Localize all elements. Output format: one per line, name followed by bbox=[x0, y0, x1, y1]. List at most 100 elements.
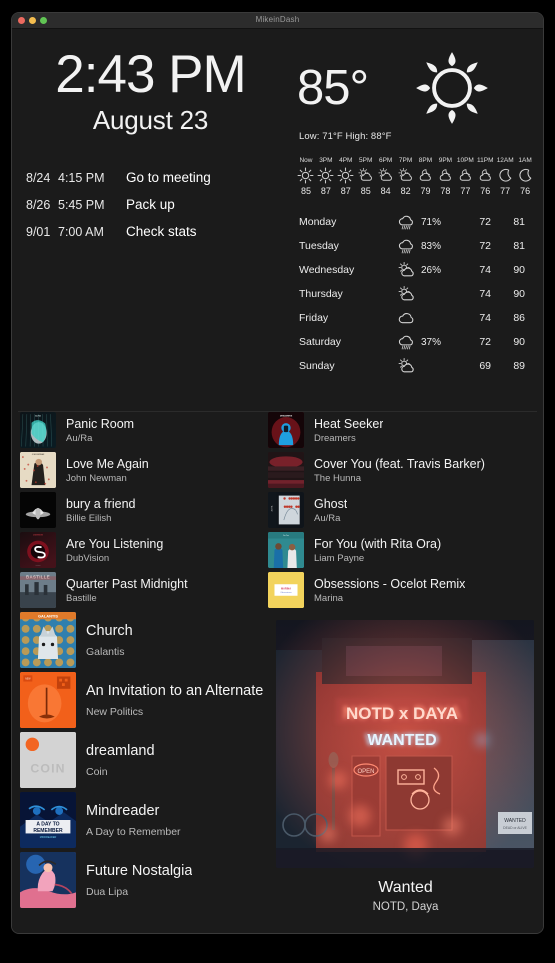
track-list-item[interactable]: AU/RA Panic Room Au/Ra bbox=[20, 412, 268, 448]
sun-cloud-icon bbox=[391, 285, 421, 304]
hourly-forecast-item: 5PM 85 bbox=[356, 157, 376, 196]
sun-icon bbox=[296, 167, 316, 183]
calendar-event[interactable]: 8/26 5:45 PM Pack up bbox=[26, 197, 289, 212]
track-artist: DubVision bbox=[66, 552, 110, 564]
svg-text:Obsessions: Obsessions bbox=[280, 592, 291, 594]
album-artwork: JOHN NEWMAN bbox=[20, 452, 56, 488]
hour-label: 7PM bbox=[398, 157, 413, 164]
track-artist: Marina bbox=[314, 592, 344, 604]
hourly-forecast-item: 11PM 76 bbox=[475, 157, 495, 196]
day-low: 74 bbox=[479, 264, 491, 276]
track-title: Future Nostalgia bbox=[86, 862, 193, 879]
calendar-event[interactable]: 9/01 7:00 AM Check stats bbox=[26, 224, 289, 239]
event-time: 5:45 PM bbox=[58, 197, 105, 212]
track-artist: New Politics bbox=[86, 705, 144, 718]
calendar-event[interactable]: 8/24 4:15 PM Go to meeting bbox=[26, 170, 289, 185]
track-list-item[interactable]: JOHN NEWMAN Love Me Again John Newman bbox=[20, 452, 268, 488]
svg-text:NEW: NEW bbox=[25, 678, 31, 680]
hour-label: 8PM bbox=[418, 157, 433, 164]
album-artwork: AU/RA bbox=[268, 492, 304, 528]
track-list-item[interactable]: A DAY TO REMEMBER MINDREADER Mindreader A Da… bbox=[20, 792, 268, 848]
day-high: 89 bbox=[513, 360, 525, 372]
weather-current: 85° bbox=[293, 49, 535, 127]
track-info: Obsessions - Ocelot Remix Marina bbox=[304, 577, 465, 604]
track-list-item[interactable]: BASTILLE Quarter Past Midnight Bastille bbox=[20, 572, 268, 608]
precipitation-chance: 37% bbox=[421, 336, 442, 348]
daily-forecast-row: Saturday 37% 72 90 bbox=[299, 330, 535, 354]
hour-temperature: 78 bbox=[440, 186, 451, 196]
track-title: Panic Room bbox=[66, 416, 135, 431]
track-title: Mindreader bbox=[86, 802, 160, 819]
daily-forecast-row: Monday 71% 72 81 bbox=[299, 210, 535, 234]
svg-text:WANTED: WANTED bbox=[367, 732, 436, 749]
day-low: 72 bbox=[479, 240, 491, 252]
track-list-item[interactable]: MARINA Obsessions Obsessions - Ocelot Remi… bbox=[268, 572, 543, 608]
track-info: Panic Room Au/Ra bbox=[56, 417, 134, 444]
track-list-item[interactable]: NEW An Invitation to an Alternate Rea New … bbox=[20, 672, 268, 728]
hour-label: 10PM bbox=[456, 157, 474, 164]
track-title: dreamland bbox=[86, 742, 155, 759]
track-artist: Bastille bbox=[66, 592, 97, 604]
dashboard-content: 2:43 PM August 23 8/24 4:15 PM Go to meeti… bbox=[12, 29, 543, 933]
low-high-label: Low: 71°F High: 88°F bbox=[299, 131, 392, 142]
track-title: Heat Seeker bbox=[314, 416, 384, 431]
event-title: Pack up bbox=[126, 196, 175, 212]
moon-cloud-icon bbox=[435, 167, 455, 183]
moon-cloud-icon bbox=[455, 167, 475, 183]
track-list-item[interactable]: Future Nostalgia Dua Lipa bbox=[20, 852, 268, 908]
track-info: Are You Listening DubVision bbox=[56, 537, 163, 564]
clock-time: 2:43 PM bbox=[55, 45, 246, 104]
svg-text:A DAY TO: A DAY TO bbox=[36, 822, 59, 828]
track-list-item[interactable]: COIN dreamland Coin bbox=[20, 732, 268, 788]
track-list-item[interactable]: For You For You (with Rita Ora) Liam Payne bbox=[268, 532, 543, 568]
track-artist: Au/Ra bbox=[66, 432, 93, 444]
right-column: DREAMERS Heat Seeker Dreamers Cover You (fe… bbox=[268, 412, 543, 932]
track-info: For You (with Rita Ora) Liam Payne bbox=[304, 537, 441, 564]
hour-label: 6PM bbox=[378, 157, 393, 164]
track-title: An Invitation to an Alternate Rea bbox=[86, 682, 268, 699]
track-list-item[interactable]: DREAMERS Heat Seeker Dreamers bbox=[268, 412, 543, 448]
day-high: 90 bbox=[513, 288, 525, 300]
track-artist: Liam Payne bbox=[314, 552, 365, 564]
music-section: AU/RA Panic Room Au/Ra JOHN NEWMAN Love Me A… bbox=[12, 412, 543, 932]
left-track-list: AU/RA Panic Room Au/Ra JOHN NEWMAN Love Me A… bbox=[12, 412, 268, 932]
track-info: Ghost Au/Ra bbox=[304, 497, 347, 524]
event-title: Go to meeting bbox=[126, 169, 211, 185]
day-name: Tuesday bbox=[299, 240, 339, 252]
event-title: Check stats bbox=[126, 223, 197, 239]
album-artwork: For You bbox=[268, 532, 304, 568]
hourly-forecast-item: 10PM 77 bbox=[455, 157, 475, 196]
album-artwork: A DAY TO REMEMBER MINDREADER bbox=[20, 792, 76, 848]
hour-label: Now bbox=[299, 157, 313, 164]
top-section: 2:43 PM August 23 8/24 4:15 PM Go to meeti… bbox=[12, 29, 543, 411]
track-list-item[interactable]: DUBVISION SPINNIN Are You Listening DubVisi… bbox=[20, 532, 268, 568]
track-list-item[interactable]: bury a friend Billie Eilish bbox=[20, 492, 268, 528]
day-name: Saturday bbox=[299, 336, 342, 348]
hour-temperature: 85 bbox=[360, 186, 371, 196]
hour-label: 12AM bbox=[496, 157, 514, 164]
track-title: Obsessions - Ocelot Remix bbox=[314, 576, 466, 591]
album-artwork: COIN bbox=[20, 732, 76, 788]
track-artist: A Day to Remember bbox=[86, 825, 181, 838]
track-artist: The Hunna bbox=[314, 472, 362, 484]
track-list-item[interactable]: Cover You (feat. Travis Barker) The Hunna bbox=[268, 452, 543, 488]
daily-forecast-row: Wednesday 26% 74 90 bbox=[299, 258, 535, 282]
hour-label: 3PM bbox=[319, 157, 333, 164]
day-low: 69 bbox=[479, 360, 491, 372]
track-info: dreamland Coin bbox=[76, 743, 155, 778]
track-list-item[interactable]: AU/RA Ghost Au/Ra bbox=[268, 492, 543, 528]
sun-icon bbox=[336, 167, 356, 183]
svg-text:GALANTIS: GALANTIS bbox=[38, 614, 58, 619]
track-info: An Invitation to an Alternate Rea New Pol… bbox=[76, 683, 268, 718]
day-low: 74 bbox=[479, 288, 491, 300]
now-playing-artist: NOTD, Daya bbox=[372, 901, 439, 913]
day-high: 81 bbox=[513, 216, 525, 228]
hour-temperature: 77 bbox=[460, 186, 471, 196]
event-date: 8/26 bbox=[26, 197, 51, 212]
day-name: Thursday bbox=[299, 288, 343, 300]
moon-cloud-icon bbox=[416, 167, 436, 183]
album-artwork: MARINA Obsessions bbox=[268, 572, 304, 608]
hour-label: 4PM bbox=[339, 157, 353, 164]
track-list-item[interactable]: GALANTIS Church Galantis bbox=[20, 612, 268, 668]
album-artwork: BASTILLE bbox=[20, 572, 56, 608]
